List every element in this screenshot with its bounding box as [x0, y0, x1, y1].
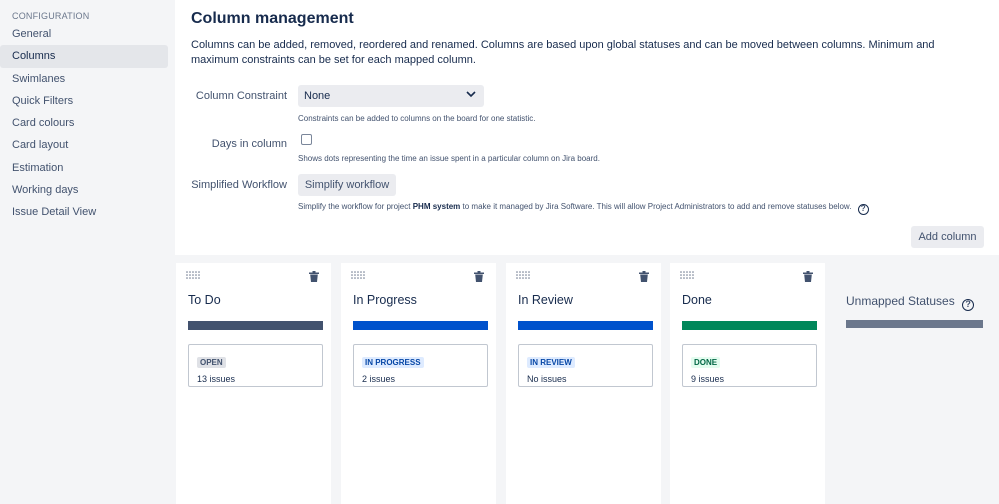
days-in-column-label: Days in column	[211, 138, 287, 150]
column-constraint-select[interactable]: None	[298, 85, 484, 107]
status-card[interactable]: IN PROGRESS 2 issues	[353, 344, 488, 387]
issue-count: 13 issues	[197, 374, 236, 384]
page-title: Column management	[191, 10, 354, 27]
board-column-in-review[interactable]: In Review IN REVIEW No issues	[506, 263, 661, 504]
unmapped-color-bar	[846, 320, 983, 328]
board-column-to-do[interactable]: To Do OPEN 13 issues	[176, 263, 331, 504]
sidebar-item-general[interactable]: General	[0, 23, 168, 45]
workflow-help-text-after: to make it managed by Jira Software. Thi…	[462, 202, 852, 211]
simplified-workflow-help: Simplify the workflow for project PHM sy…	[298, 202, 869, 215]
sidebar-item-issue-detail-view[interactable]: Issue Detail View	[0, 201, 168, 223]
column-constraint-value: None	[304, 90, 331, 102]
drag-handle-icon[interactable]	[351, 271, 365, 279]
status-card[interactable]: DONE 9 issues	[682, 344, 817, 387]
drag-handle-icon[interactable]	[516, 271, 530, 279]
trash-icon[interactable]	[639, 271, 649, 282]
status-card[interactable]: IN REVIEW No issues	[518, 344, 653, 387]
status-lozenge: OPEN	[197, 357, 226, 368]
column-constraint-help: Constraints can be added to columns on t…	[298, 114, 536, 123]
trash-icon[interactable]	[309, 271, 319, 282]
project-name: PHM system	[412, 202, 461, 211]
column-constraint-label: Column Constraint	[195, 90, 287, 102]
trash-icon[interactable]	[474, 271, 484, 282]
days-in-column-help: Shows dots representing the time an issu…	[298, 154, 600, 163]
unmapped-statuses-label: Unmapped Statuses	[846, 294, 955, 308]
sidebar-item-columns[interactable]: Columns	[0, 45, 168, 68]
settings-panel: Column management Columns can be added, …	[175, 0, 999, 255]
status-lozenge: DONE	[691, 357, 721, 368]
column-color-bar	[518, 321, 653, 330]
issue-count: No issues	[527, 374, 567, 384]
sidebar: CONFIGURATION General Columns Swimlanes …	[0, 0, 175, 504]
simplified-workflow-label: Simplified Workflow	[191, 179, 287, 191]
trash-icon[interactable]	[803, 271, 813, 282]
sidebar-heading: CONFIGURATION	[12, 11, 90, 21]
sidebar-item-estimation[interactable]: Estimation	[0, 157, 168, 179]
days-in-column-checkbox[interactable]	[301, 134, 312, 145]
column-name[interactable]: In Review	[518, 293, 573, 307]
column-name[interactable]: To Do	[188, 293, 221, 307]
column-color-bar	[682, 321, 817, 330]
sidebar-item-quick-filters[interactable]: Quick Filters	[0, 90, 168, 112]
column-name[interactable]: Done	[682, 293, 712, 307]
help-icon[interactable]: ?	[857, 204, 869, 215]
sidebar-item-card-colours[interactable]: Card colours	[0, 112, 168, 134]
sidebar-item-card-layout[interactable]: Card layout	[0, 134, 168, 156]
board-column-done[interactable]: Done DONE 9 issues	[670, 263, 825, 504]
simplify-workflow-button[interactable]: Simplify workflow	[298, 174, 396, 196]
sidebar-item-swimlanes[interactable]: Swimlanes	[0, 68, 168, 90]
column-color-bar	[353, 321, 488, 330]
sidebar-item-working-days[interactable]: Working days	[0, 179, 168, 201]
chevron-down-icon	[466, 91, 476, 98]
drag-handle-icon[interactable]	[186, 271, 200, 279]
board-column-in-progress[interactable]: In Progress IN PROGRESS 2 issues	[341, 263, 496, 504]
column-color-bar	[188, 321, 323, 330]
status-lozenge: IN REVIEW	[527, 357, 575, 368]
workflow-help-text-before: Simplify the workflow for project	[298, 202, 411, 211]
status-lozenge: IN PROGRESS	[362, 357, 424, 368]
issue-count: 2 issues	[362, 374, 396, 384]
column-name[interactable]: In Progress	[353, 293, 417, 307]
add-column-button[interactable]: Add column	[911, 226, 984, 248]
status-card[interactable]: OPEN 13 issues	[188, 344, 323, 387]
drag-handle-icon[interactable]	[680, 271, 694, 279]
page-description: Columns can be added, removed, reordered…	[191, 39, 935, 66]
help-icon[interactable]: ?	[962, 299, 975, 311]
issue-count: 9 issues	[691, 374, 725, 384]
unmapped-statuses-title: Unmapped Statuses ?	[846, 294, 975, 311]
